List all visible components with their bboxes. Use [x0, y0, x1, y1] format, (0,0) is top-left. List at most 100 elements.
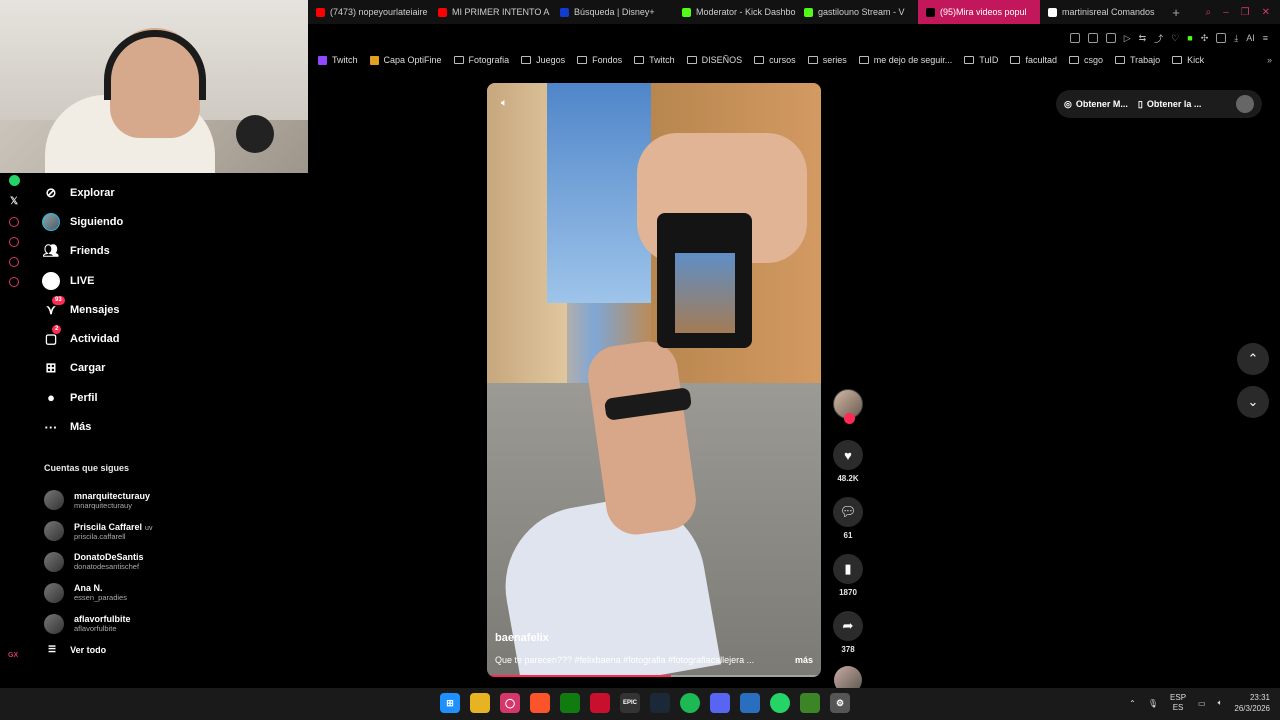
brave-icon[interactable] [530, 693, 550, 713]
discord-icon[interactable] [710, 693, 730, 713]
play-icon[interactable]: ▷ [1124, 33, 1131, 44]
get-mobile-app-button[interactable]: ▯ Obtener la ... [1138, 99, 1201, 110]
sidebar-item-friends[interactable]: 👥︎ Friends [42, 237, 212, 266]
microphone-icon[interactable]: 🎙︎ [1148, 699, 1158, 708]
following-account[interactable]: aflavorfulbite aflavorfulbite [44, 608, 204, 639]
translate-icon[interactable]: ⇆ [1139, 33, 1147, 44]
comment-button[interactable]: 💬︎ [833, 497, 863, 527]
video-author[interactable]: baenafelix [495, 632, 549, 644]
bookmark-item[interactable]: Kick [1172, 55, 1204, 65]
sidebar-item-cargar[interactable]: ⊞ Cargar [42, 354, 212, 383]
spotify-icon[interactable] [680, 693, 700, 713]
screenshot-icon[interactable] [1087, 33, 1098, 43]
following-account[interactable]: DonatoDeSantis donatodesantischef [44, 547, 204, 578]
sidebar-item-live[interactable]: LIVE [42, 266, 212, 295]
whatsapp-taskbar-icon[interactable] [770, 693, 790, 713]
caption-more-link[interactable]: más [795, 655, 813, 665]
video-player[interactable]: 🔈︎ baenafelix Que te parecen??? #felixba… [487, 83, 821, 677]
download-icon[interactable]: ⤓ [1234, 33, 1238, 44]
browser-tab[interactable]: martinisreal Comandos [1040, 0, 1162, 24]
xbox-icon[interactable] [560, 693, 580, 713]
kick-extension-icon[interactable]: ■ [1187, 33, 1192, 43]
bookmark-item[interactable]: Twitch [318, 55, 358, 65]
browser-tab[interactable]: (95)Mira videos popul [918, 0, 1040, 24]
bookmark-item[interactable]: facultad [1010, 55, 1057, 65]
bookmark-item[interactable]: Fotografia [453, 55, 509, 65]
bookmark-item[interactable]: Juegos [521, 55, 565, 65]
sidebar-item-actividad[interactable]: ▢ 2 Actividad [42, 324, 212, 353]
bookmark-icon[interactable] [1069, 33, 1080, 43]
app-red-icon[interactable] [590, 693, 610, 713]
extensions-icon[interactable]: ✣ [1201, 33, 1209, 44]
sidebar-item-siguiendo[interactable]: Siguiendo [42, 207, 212, 236]
bookmarks-overflow-icon[interactable]: » [1267, 55, 1272, 65]
account-avatar [44, 490, 64, 511]
shield-app-icon[interactable] [740, 693, 760, 713]
player-icon[interactable] [9, 217, 19, 227]
settings-icon[interactable] [9, 277, 19, 287]
language-indicator[interactable]: ESP ES [1170, 693, 1186, 713]
creator-avatar[interactable] [833, 389, 863, 424]
file-explorer-icon[interactable] [470, 693, 490, 713]
steam-icon[interactable] [650, 693, 670, 713]
browser-tab[interactable]: gastilouno Stream - V [796, 0, 918, 24]
bookmark-item[interactable]: Fondos [577, 55, 622, 65]
volume-icon[interactable]: 🔈︎ [501, 97, 515, 109]
browser-tab[interactable]: (7473) nopeyourlateiaire [308, 0, 430, 24]
browser-tab[interactable]: Moderator - Kick Dashbo [674, 0, 796, 24]
search-icon[interactable]: ⌕ [1205, 7, 1211, 18]
see-all-link[interactable]: ☰ Ver todo [48, 644, 106, 655]
previous-video-button[interactable]: ⌃ [1237, 343, 1269, 375]
bookmark-item[interactable]: Capa OptiFine [369, 55, 442, 65]
close-icon[interactable]: ✕ [1262, 7, 1270, 18]
settings-taskbar-icon[interactable]: ⚙ [830, 693, 850, 713]
heart-icon[interactable]: ♡ [1171, 33, 1179, 44]
bookmark-item[interactable]: Trabajo [1114, 55, 1160, 65]
shield-icon[interactable] [1105, 33, 1116, 43]
bookmark-item[interactable]: cursos [754, 55, 796, 65]
share-icon[interactable]: ⤴ [1154, 32, 1163, 45]
follow-plus-icon[interactable] [844, 413, 855, 424]
epic-games-icon[interactable]: EPIC [620, 693, 640, 713]
sidebar-item-perfil[interactable]: ● Perfil [42, 383, 212, 412]
window-controls: ⌕ – ❐ ✕ [1205, 7, 1280, 18]
clock[interactable]: 23:31 26/3/2026 [1234, 692, 1270, 714]
menu-icon[interactable]: ≡ [1263, 33, 1268, 43]
ai-button[interactable]: AI [1246, 33, 1255, 43]
share-button[interactable]: ➦ [833, 611, 863, 641]
pinboard-icon[interactable] [9, 257, 19, 267]
bookmark-item[interactable]: me dejo de seguir... [858, 55, 952, 65]
x-icon[interactable]: 𝕏 [10, 196, 18, 207]
windows-start-icon[interactable]: ⊞ [440, 693, 460, 713]
get-app-button[interactable]: ◎ Obtener M... [1064, 99, 1128, 110]
new-tab-button[interactable]: + [1166, 5, 1186, 20]
next-video-button[interactable]: ⌄ [1237, 386, 1269, 418]
browser-tab[interactable]: Búsqueda | Disney+ [552, 0, 674, 24]
following-account[interactable]: mnarquitecturauy mnarquitecturauy [44, 485, 204, 516]
speaker-icon[interactable]: 🔈︎ [1218, 698, 1223, 708]
sidebar-item-mensajes[interactable]: ⋎ 93 Mensajes [42, 295, 212, 324]
save-button[interactable]: ▮ [833, 554, 863, 584]
bookmark-item[interactable]: Twitch [634, 55, 675, 65]
browser-tab[interactable]: MI PRIMER INTENTO A P [430, 0, 552, 24]
sidebar-item-explorar[interactable]: ⊘ Explorar [42, 178, 212, 207]
sidebar-item-más[interactable]: ··· Más [42, 412, 212, 441]
following-account[interactable]: Ana N. essen_paradies [44, 577, 204, 608]
video-progress-bar[interactable] [487, 675, 821, 677]
monitor-icon[interactable]: ▭ [1198, 699, 1206, 708]
like-button[interactable]: ♥ [833, 440, 863, 470]
history-icon[interactable] [9, 237, 19, 247]
bookmark-item[interactable]: TuID [964, 55, 998, 65]
bookmark-item[interactable]: DISEÑOS [686, 55, 742, 65]
maximize-icon[interactable]: ❐ [1241, 7, 1250, 18]
whatsapp-icon[interactable] [8, 175, 20, 186]
bookmark-item[interactable]: csgo [1068, 55, 1103, 65]
opera-gx-icon[interactable]: ◯ [500, 693, 520, 713]
bookmark-item[interactable]: series [807, 55, 847, 65]
chevron-up-icon[interactable]: ⌃ [1129, 699, 1136, 708]
minecraft-icon[interactable] [800, 693, 820, 713]
account-icon[interactable] [1216, 33, 1227, 43]
minimize-icon[interactable]: – [1223, 7, 1229, 18]
following-account[interactable]: Priscila Caffarel uv priscila.caffarell [44, 516, 204, 547]
user-avatar[interactable] [1236, 95, 1254, 113]
